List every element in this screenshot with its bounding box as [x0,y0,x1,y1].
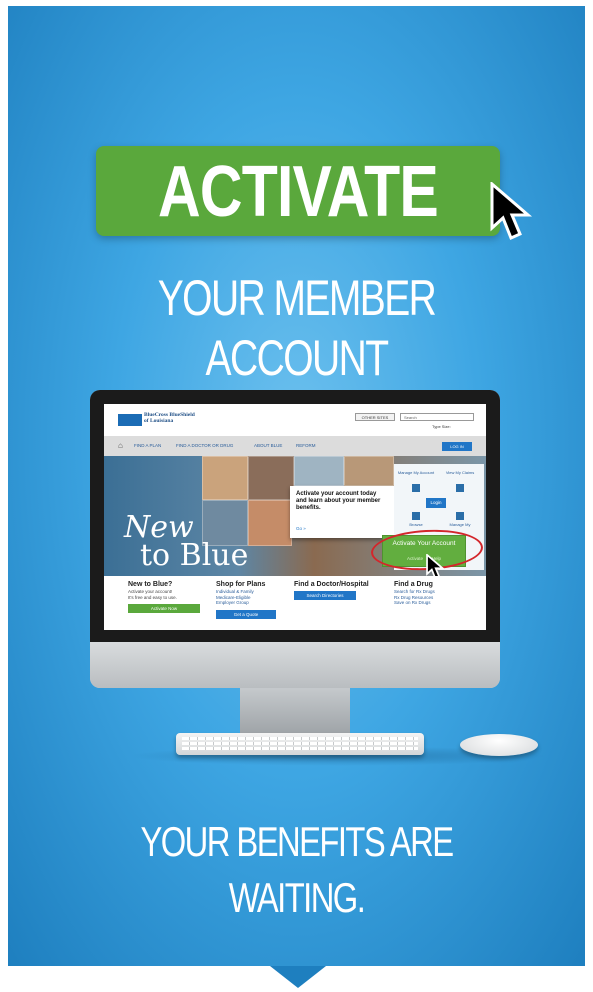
hero-photo [202,456,248,500]
brand-line-2: of Louisiana [144,418,174,424]
activate-banner[interactable]: ACTIVATE [96,146,500,236]
column-new-to-blue: New to Blue? Activate your account! It's… [128,580,200,613]
hero-photo [248,456,294,500]
computer-mouse [460,734,538,756]
browse-link[interactable]: Browse [396,522,436,527]
home-icon[interactable]: ⌂ [118,441,123,450]
pointer-cursor-icon [490,182,533,241]
site-header: BlueCross BlueShield of Louisiana OTHER … [104,404,486,436]
nav-find-doctor[interactable]: FIND A DOCTOR OR DRUG [176,443,233,448]
column-shop-plans: Shop for Plans Individual & Family Medic… [216,580,286,619]
key-row [182,747,418,750]
manage-account-link[interactable]: Manage My Account [396,470,436,475]
popup-go-link[interactable]: Go » [296,526,306,531]
site-nav: ⌂ FIND A PLAN FIND A DOCTOR OR DRUG ABOU… [104,436,486,456]
get-quote-button[interactable]: Get a Quote [216,609,276,619]
column-heading: Find a Drug [394,581,433,588]
search-input[interactable]: Search [400,413,474,421]
hero-photo [248,500,292,546]
nav-reform[interactable]: REFORM [296,443,316,448]
login-button[interactable]: LOG IN [442,442,472,451]
hero-photo [294,456,344,486]
page-subtitle: YOUR MEMBER ACCOUNT [157,270,437,386]
column-heading: New to Blue? [128,581,173,588]
column-link[interactable]: Save on Rx Drugs [394,600,474,606]
folder-icon [456,484,464,492]
nav-find-plan[interactable]: FIND A PLAN [134,443,161,448]
keyboard [176,733,424,755]
activate-now-button[interactable]: Activate Now [128,604,200,613]
column-find-doctor: Find a Doctor/Hospital Search Directorie… [294,580,380,600]
footer-tagline: YOUR BENEFITS ARE WAITING. [140,818,454,921]
website-screen: BlueCross BlueShield of Louisiana OTHER … [104,404,486,630]
popup-text: Activate your account today and learn ab… [296,491,381,511]
bcbs-logo-icon [118,414,142,426]
activate-title: ACTIVATE [158,152,439,232]
manage-my-link[interactable]: Manage My [440,522,480,527]
view-claims-link[interactable]: View My Claims [440,470,480,475]
column-heading: Find a Doctor/Hospital [294,581,369,588]
monitor-bezel: BlueCross BlueShield of Louisiana OTHER … [90,390,500,642]
sidebar-login-button[interactable]: Login [426,498,446,508]
column-link[interactable]: Employer Group [216,600,286,606]
nav-about-blue[interactable]: ABOUT BLUE [254,443,282,448]
site-brand: BlueCross BlueShield of Louisiana [144,412,195,424]
column-find-drug: Find a Drug Search for Rx Drugs Rx Drug … [394,580,474,606]
key-row [182,742,418,745]
person-icon [412,484,420,492]
promo-poster: ACTIVATE YOUR MEMBER ACCOUNT BlueCross B… [8,6,585,966]
hero-photo [344,456,394,486]
activation-popup: Activate your account today and learn ab… [290,486,394,538]
document-icon [412,512,420,520]
other-sites-button[interactable]: OTHER SITES [355,413,395,421]
monitor-stand [240,688,350,736]
monitor-chin [90,642,500,688]
computer-monitor: BlueCross BlueShield of Louisiana OTHER … [90,390,500,688]
column-line: It's free and easy to use. [128,594,177,600]
pencil-icon [456,512,464,520]
column-heading: Shop for Plans [216,581,266,588]
hero-to-blue: to Blue [140,538,249,573]
key-row [182,737,418,740]
search-directories-button[interactable]: Search Directories [294,591,356,600]
feature-columns: New to Blue? Activate your account! It's… [104,576,486,630]
type-size-label: Type Size: [432,424,451,429]
bottom-notch [270,966,326,988]
